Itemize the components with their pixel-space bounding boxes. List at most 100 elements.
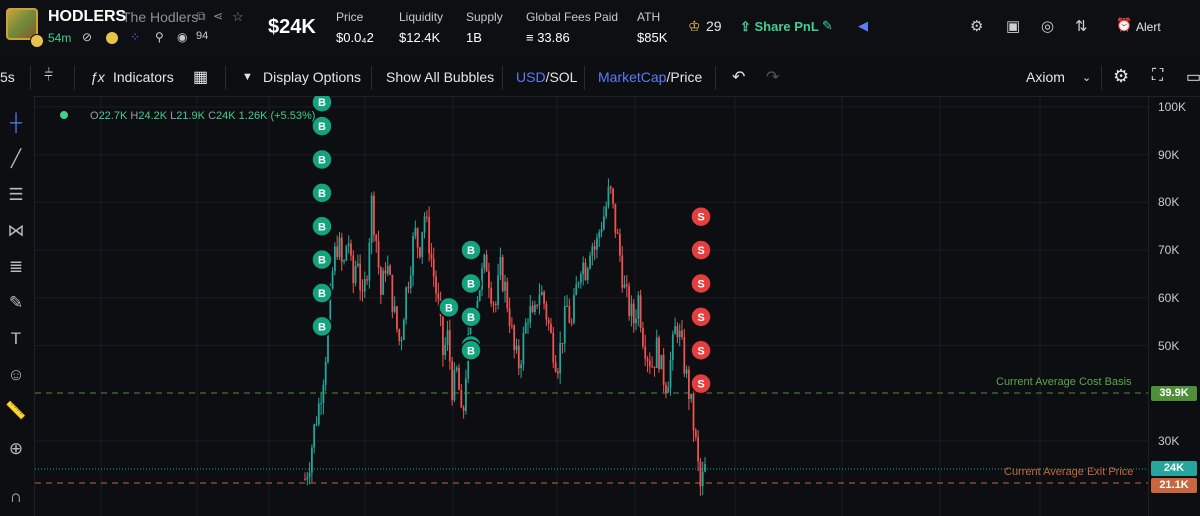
candle-body <box>566 305 568 307</box>
candle-body <box>382 270 385 295</box>
swap-icon[interactable]: ⇅ <box>1075 17 1088 35</box>
candle-body <box>579 274 582 283</box>
crosshair-icon[interactable]: ┼ <box>4 112 28 134</box>
share-pnl-button[interactable]: ⇪ Share PnL <box>740 19 819 35</box>
trendline-icon[interactable]: ╱ <box>4 148 28 170</box>
candle-body <box>497 275 500 305</box>
chart-source-select[interactable]: Axiom <box>1026 69 1065 85</box>
candle-body <box>628 286 631 317</box>
alarm-icon[interactable]: ⏰ <box>1116 17 1132 33</box>
candle-body <box>481 268 483 290</box>
grid-icon[interactable]: ⁘ <box>130 30 140 44</box>
candle-body <box>704 464 706 472</box>
candle-body <box>692 393 695 431</box>
price-chart[interactable]: BBBBBBBBBBBBBBSSSSSS <box>35 96 1148 516</box>
fib-icon[interactable]: ≣ <box>4 256 28 278</box>
redo-icon[interactable]: ↷ <box>766 67 779 87</box>
price-tick-label: 100K <box>1158 100 1187 114</box>
pin-icon[interactable]: ✎ <box>822 18 833 34</box>
currency-toggle[interactable]: USD/SOL <box>516 69 577 85</box>
fullscreen-icon[interactable]: ⛶ <box>1152 67 1163 85</box>
price-axis[interactable]: 100K 90K 80K 70K 60K 50K 30K <box>1148 96 1200 516</box>
candle-body <box>531 305 534 313</box>
candle-body <box>488 271 490 289</box>
mode-price: /Price <box>666 69 703 85</box>
share-icon[interactable]: ⋖ <box>213 9 223 23</box>
toolbar-divider <box>502 66 503 90</box>
candle-body <box>455 367 458 371</box>
settings-icon[interactable]: ⚙ <box>970 17 983 35</box>
candle-body <box>653 366 656 368</box>
candle-body <box>671 334 674 361</box>
chevron-down-icon[interactable]: ⌄ <box>1082 71 1091 84</box>
candle-body <box>676 326 679 338</box>
brush-icon[interactable]: ✎ <box>4 292 28 314</box>
candle-body <box>306 477 309 480</box>
horizontal-lines-icon[interactable]: ☰ <box>4 184 28 206</box>
candle-body <box>345 245 348 261</box>
pattern-icon[interactable]: ⋈ <box>4 220 28 242</box>
zoom-in-icon[interactable]: ⊕ <box>4 438 28 460</box>
chart-settings-icon[interactable]: ⚙ <box>1113 66 1129 87</box>
buy-bubble-letter: B <box>318 321 326 333</box>
candle-body <box>356 263 359 266</box>
toolbar-divider <box>30 66 31 90</box>
candle-type-icon[interactable]: ⫩ <box>44 67 53 85</box>
sell-bubble-letter: S <box>697 379 704 391</box>
emoji-icon[interactable]: ☺ <box>4 364 28 386</box>
megaphone-icon[interactable]: ◀ <box>858 18 868 34</box>
candle-body <box>547 319 550 324</box>
ruler-icon[interactable]: 📏 <box>4 400 28 422</box>
sell-bubble-letter: S <box>697 212 704 224</box>
alert-button[interactable]: Alert <box>1136 20 1161 34</box>
buy-bubble-letter: B <box>467 345 475 357</box>
coin-icon[interactable] <box>106 32 118 44</box>
candle-body <box>658 337 660 370</box>
stat-value-fees: ≡ 33.86 <box>526 30 570 45</box>
wallet-icon[interactable]: ▣ <box>1006 17 1020 35</box>
layout-grid-icon[interactable]: ▦ <box>193 67 208 87</box>
stat-label-liquidity: Liquidity <box>399 10 444 24</box>
mode-marketcap: MarketCap <box>598 69 667 85</box>
currency-usd: USD <box>516 69 546 85</box>
display-options-button[interactable]: Display Options <box>263 69 361 85</box>
candle-body <box>651 366 654 368</box>
star-icon[interactable]: ☆ <box>232 9 244 25</box>
candle-body <box>386 265 389 274</box>
interval-selector[interactable]: 5s <box>0 69 15 85</box>
buy-bubble-letter: B <box>318 188 326 200</box>
candle-body <box>333 246 336 272</box>
screenshot-icon[interactable]: ▭ <box>1186 67 1200 87</box>
link-icon[interactable]: ⊘ <box>82 30 92 44</box>
series-visibility-icon[interactable] <box>60 111 68 119</box>
ohlc-readout: O22.7K H24.2K L21.9K C24K 1.26K (+5.53%) <box>90 110 315 122</box>
text-tool-icon[interactable]: T <box>4 328 28 350</box>
undo-icon[interactable]: ↶ <box>732 67 745 87</box>
candle-body <box>699 461 702 487</box>
candle-body <box>384 270 387 274</box>
candle-body <box>322 384 325 403</box>
candle-body <box>409 275 412 289</box>
candle-body <box>545 303 548 320</box>
candle-body <box>501 257 504 291</box>
candle-body <box>437 293 440 300</box>
candle-body <box>602 216 605 230</box>
search-icon[interactable]: ⚲ <box>155 30 164 44</box>
candle-body <box>462 407 465 411</box>
stat-label-fees: Global Fees Paid <box>526 10 619 24</box>
copy-icon[interactable]: ⧉ <box>197 9 206 24</box>
candle-body <box>352 255 355 284</box>
candle-body <box>614 203 617 233</box>
sell-bubble-letter: S <box>697 245 704 257</box>
token-age: 54m <box>48 31 72 45</box>
magnet-icon[interactable]: ∩ <box>4 486 28 508</box>
mode-toggle[interactable]: MarketCap/Price <box>598 69 702 85</box>
watchers-count: 94 <box>196 30 209 42</box>
verified-badge-icon <box>30 34 44 48</box>
candle-body <box>361 290 364 292</box>
show-all-bubbles-button[interactable]: Show All Bubbles <box>386 69 494 85</box>
stat-label-ath: ATH <box>637 10 661 24</box>
coin-toggle-icon[interactable]: ◎ <box>1041 17 1054 35</box>
indicators-button[interactable]: Indicators <box>113 69 174 85</box>
stat-value-price: $0.0₄2 <box>336 30 374 45</box>
